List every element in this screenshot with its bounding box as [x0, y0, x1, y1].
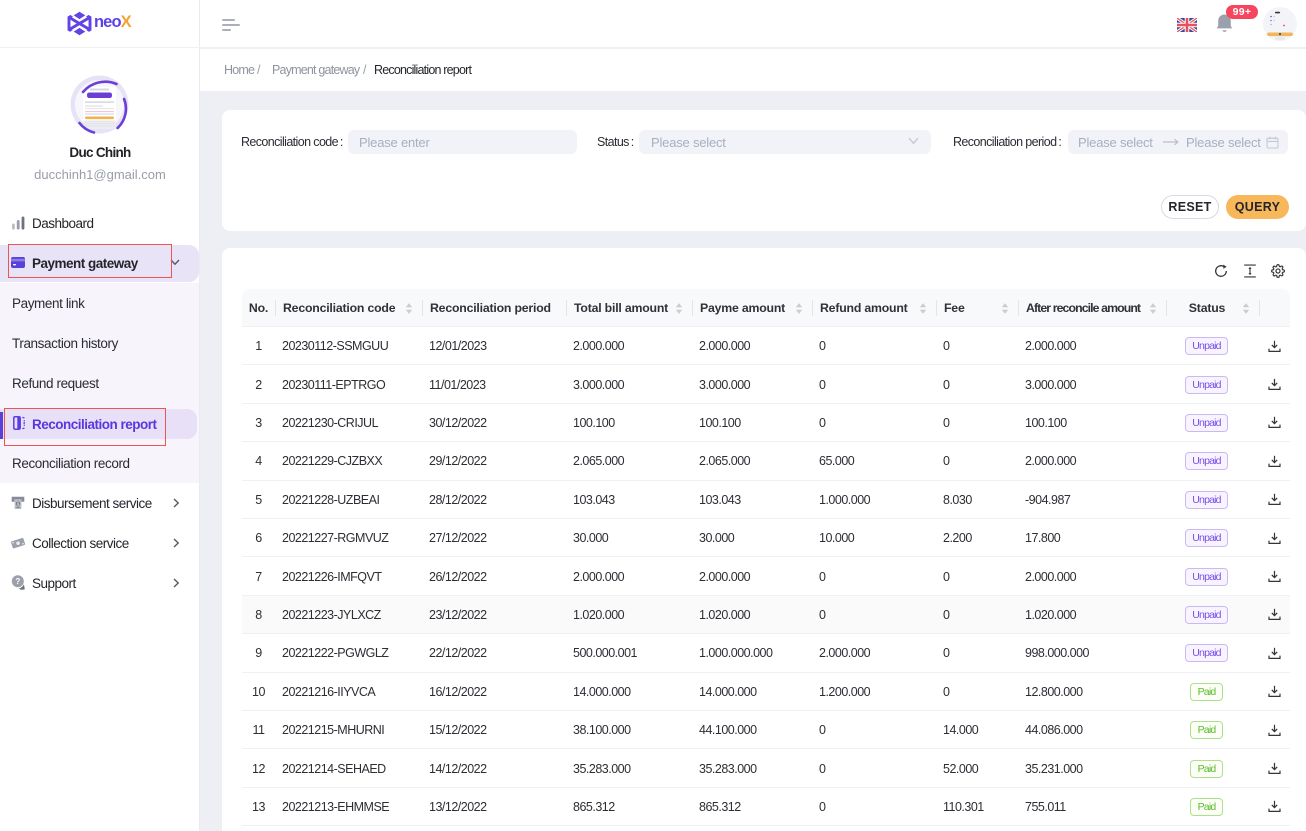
- svg-text:?: ?: [15, 577, 20, 586]
